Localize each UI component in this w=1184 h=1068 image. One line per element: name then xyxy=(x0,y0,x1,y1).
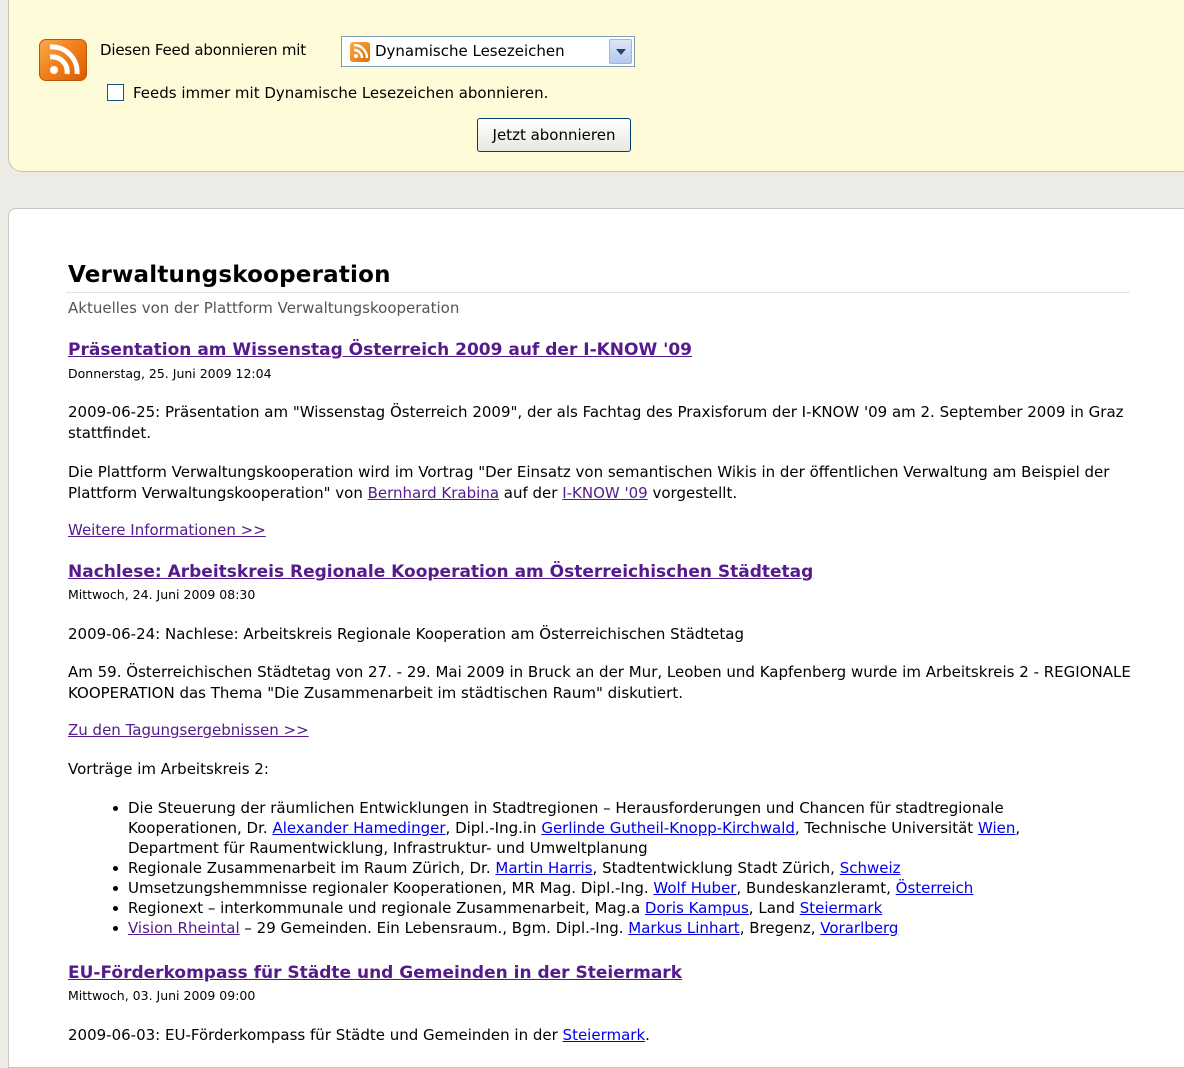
person-link[interactable]: Markus Linhart xyxy=(628,919,739,937)
entry-paragraph: Am 59. Österreichischen Städtetag von 27… xyxy=(68,663,1131,702)
subscribe-now-button[interactable]: Jetzt abonnieren xyxy=(477,118,631,152)
more-info-link[interactable]: Weitere Informationen >> xyxy=(68,521,266,539)
person-link[interactable]: Martin Harris xyxy=(495,859,592,877)
live-bookmarks-icon xyxy=(350,42,370,62)
paragraph-text: vorgestellt. xyxy=(647,484,738,502)
list-item-text: – 29 Gemeinden. Ein Lebensraum., Bgm. Di… xyxy=(239,919,629,937)
conference-link[interactable]: I-KNOW '09 xyxy=(562,484,648,502)
place-link[interactable]: Vorarlberg xyxy=(820,919,898,937)
entry-paragraph: 2009-06-24: Nachlese: Arbeitskreis Regio… xyxy=(68,625,744,643)
place-link[interactable]: Steiermark xyxy=(800,899,883,917)
list-item-text: Umsetzungshemmnisse regionaler Kooperati… xyxy=(128,879,654,897)
place-link[interactable]: Steiermark xyxy=(563,1026,646,1044)
entry-date: Mittwoch, 24. Juni 2009 08:30 xyxy=(68,587,256,602)
entry-title-link[interactable]: EU-Förderkompass für Städte und Gemeinde… xyxy=(68,963,682,983)
entry-date: Donnerstag, 25. Juni 2009 12:04 xyxy=(68,366,272,381)
place-link[interactable]: Österreich xyxy=(896,879,974,897)
feed-title: Verwaltungskooperation xyxy=(68,262,391,288)
subscribe-with-label: Diesen Feed abonnieren mit xyxy=(100,41,306,59)
feed-reader-select[interactable]: Dynamische Lesezeichen xyxy=(341,36,635,67)
place-link[interactable]: Wien xyxy=(978,819,1015,837)
entry-paragraph: 2009-06-25: Präsentation am "Wissenstag … xyxy=(68,403,1124,442)
paragraph-text: auf der xyxy=(499,484,563,502)
list-item: Umsetzungshemmnisse regionaler Kooperati… xyxy=(110,878,1110,898)
list-item: Regionext – interkommunale und regionale… xyxy=(110,898,1110,918)
rss-feed-icon xyxy=(39,39,87,81)
paragraph-text: . xyxy=(645,1026,650,1044)
paragraph-text: 2009-06-03: EU-Förderkompass für Städte … xyxy=(68,1026,563,1044)
list-item-text: , Dipl.-Ing.in xyxy=(445,819,542,837)
entry-title-link[interactable]: Präsentation am Wissenstag Österreich 20… xyxy=(68,340,692,360)
talks-heading: Vorträge im Arbeitskreis 2: xyxy=(68,760,269,778)
place-link[interactable]: Schweiz xyxy=(840,859,901,877)
list-item: Vision Rheintal – 29 Gemeinden. Ein Lebe… xyxy=(110,918,1110,938)
title-divider xyxy=(66,292,1130,293)
list-item-text: Regionext – interkommunale und regionale… xyxy=(128,899,645,917)
chevron-down-icon[interactable] xyxy=(609,39,632,64)
always-use-label[interactable]: Feeds immer mit Dynamische Lesezeichen a… xyxy=(133,84,548,102)
list-item-text: , Stadtentwicklung Stadt Zürich, xyxy=(592,859,840,877)
entry-title-link[interactable]: Nachlese: Arbeitskreis Regionale Koopera… xyxy=(68,562,813,582)
feed-subtitle: Aktuelles von der Plattform Verwaltungsk… xyxy=(68,299,460,317)
list-item-text: , Land xyxy=(748,899,800,917)
entry-paragraph: 2009-06-03: EU-Förderkompass für Städte … xyxy=(68,1025,1148,1046)
talks-list: Die Steuerung der räumlichen Entwicklung… xyxy=(110,798,1110,938)
entry-paragraph: Die Plattform Verwaltungskooperation wir… xyxy=(68,462,1148,504)
person-link[interactable]: Wolf Huber xyxy=(653,879,736,897)
person-link[interactable]: Doris Kampus xyxy=(645,899,749,917)
list-item-text: , Bregenz, xyxy=(739,919,821,937)
author-link[interactable]: Bernhard Krabina xyxy=(368,484,499,502)
list-item-text: , Technische Universität xyxy=(794,819,978,837)
always-use-checkbox[interactable] xyxy=(107,84,124,101)
entry-date: Mittwoch, 03. Juni 2009 09:00 xyxy=(68,988,256,1003)
list-item-text: , Bundeskanzleramt, xyxy=(736,879,896,897)
conference-results-link[interactable]: Zu den Tagungsergebnissen >> xyxy=(68,721,309,739)
list-item-text: Regionale Zusammenarbeit im Raum Zürich,… xyxy=(128,859,496,877)
list-item: Die Steuerung der räumlichen Entwicklung… xyxy=(110,798,1110,858)
person-link[interactable]: Alexander Hamedinger xyxy=(272,819,445,837)
selected-reader-text: Dynamische Lesezeichen xyxy=(375,42,565,60)
project-link[interactable]: Vision Rheintal xyxy=(128,919,240,937)
list-item: Regionale Zusammenarbeit im Raum Zürich,… xyxy=(110,858,1110,878)
person-link[interactable]: Gerlinde Gutheil-Knopp-Kirchwald xyxy=(541,819,795,837)
